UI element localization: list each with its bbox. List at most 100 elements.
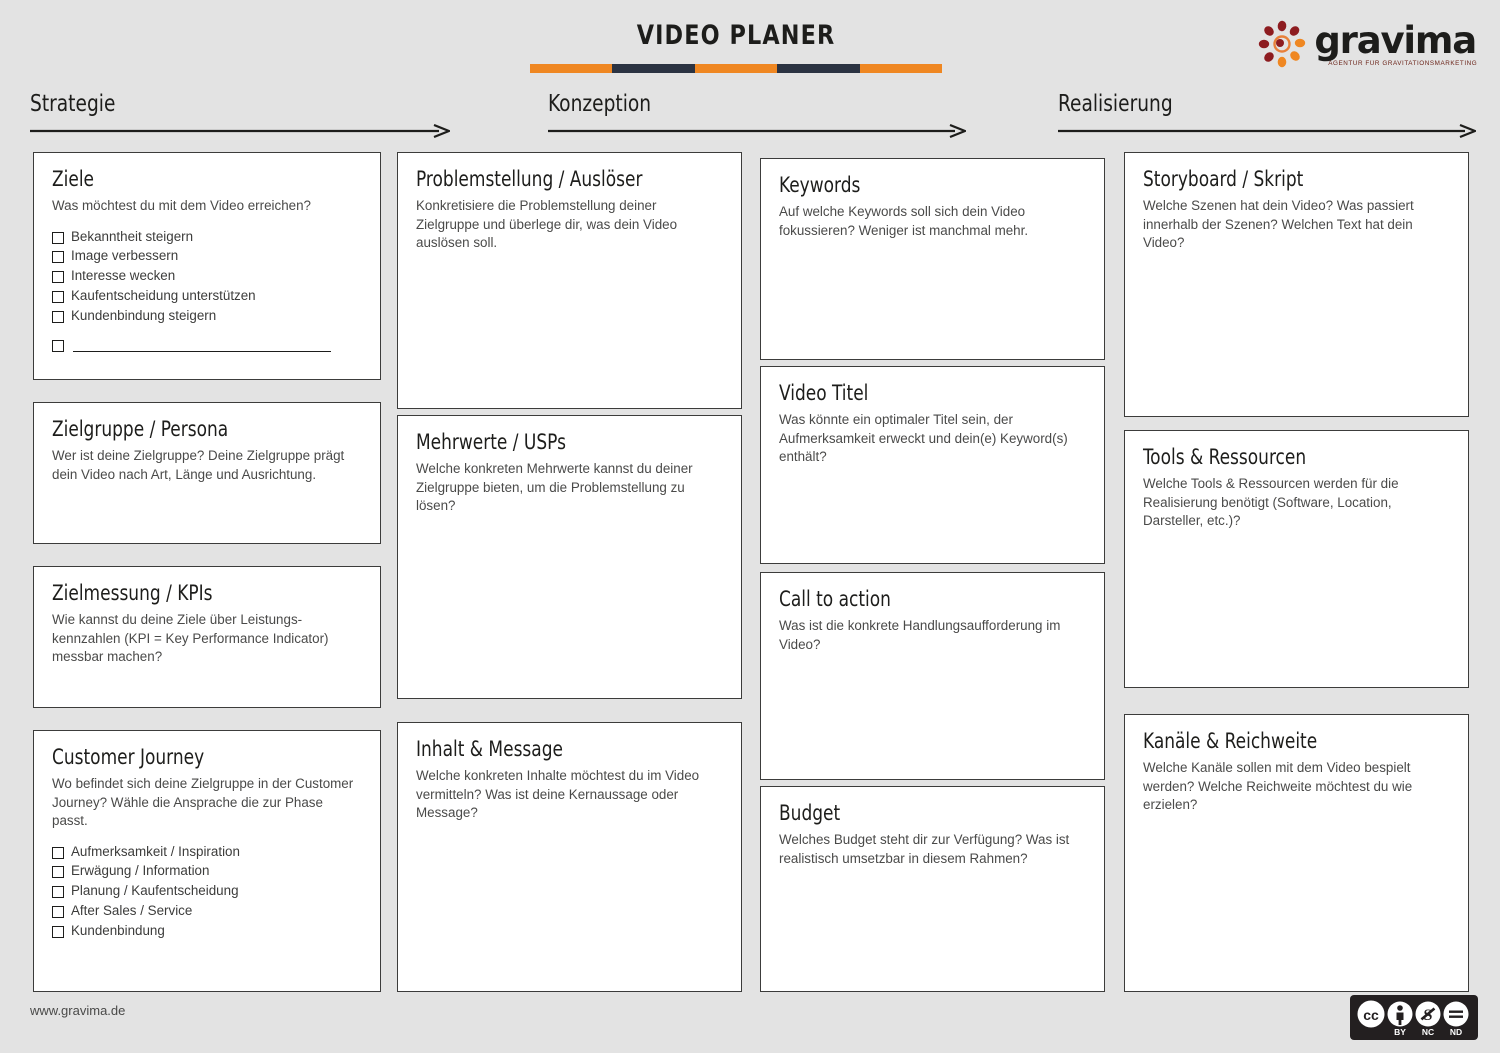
- card-title: Zielgruppe / Persona: [52, 417, 229, 441]
- checkbox-item[interactable]: Image verbessern: [52, 248, 362, 265]
- card-title: Problemstellung / Auslöser: [416, 167, 643, 191]
- checkbox-icon[interactable]: [52, 905, 64, 918]
- checkbox-icon[interactable]: [52, 271, 64, 284]
- checkbox-icon[interactable]: [52, 846, 64, 859]
- card-description: Konkretisiere die Problemstellung deiner…: [416, 198, 678, 251]
- checkbox-label: Erwägung / Information: [71, 863, 210, 879]
- checkbox-icon[interactable]: [52, 866, 64, 879]
- creative-commons-badge[interactable]: cc S BY NC ND: [1350, 995, 1478, 1040]
- card-tools-ressourcen[interactable]: Tools & Ressourcen Welche Tools & Ressour…: [1124, 430, 1469, 688]
- checkbox-label: Kundenbindung: [71, 922, 165, 938]
- card-title: Kanäle & Reichweite: [1143, 729, 1318, 753]
- phase-header-realisierung: Realisierung: [1058, 91, 1478, 144]
- checkbox-item[interactable]: Bekanntheit steigern: [52, 229, 362, 246]
- checkbox-item[interactable]: Aufmerksamkeit / Inspiration: [52, 844, 362, 861]
- card-title: Call to action: [779, 587, 891, 611]
- card-description: Was möchtest du mit dem Video erreichen?: [52, 198, 312, 214]
- checkbox-label: Kaufentscheidung unterstützen: [71, 287, 256, 303]
- phase-label: Realisierung: [1058, 91, 1173, 117]
- accent-bar-segment-4: [859, 64, 943, 73]
- title-block: VIDEO PLANER: [530, 22, 942, 49]
- checkbox-item[interactable]: Kaufentscheidung unterstützen: [52, 288, 362, 305]
- website-url[interactable]: www.gravima.de: [30, 1003, 125, 1018]
- card-description: Was könnte ein optimaler Titel sein, der…: [779, 412, 1068, 465]
- checkbox-item[interactable]: Interesse wecken: [52, 268, 362, 285]
- card-description: Wer ist deine Zielgruppe? Deine Zielgrup…: [52, 448, 345, 482]
- cc-label-nc: NC: [1422, 1027, 1434, 1037]
- phase-arrow-icon: [1058, 123, 1478, 139]
- video-planer-canvas: VIDEO PLANER gravima AGENTUR FÜR GRAVITA…: [0, 0, 1500, 1053]
- card-title: Ziele: [52, 167, 95, 191]
- checkbox-item[interactable]: Kundenbindung: [52, 923, 362, 940]
- logo-tagline: AGENTUR FÜR GRAVITATIONSMARKETING: [1328, 59, 1478, 67]
- card-inhalt-message[interactable]: Inhalt & Message Welche konkreten Inhalte…: [397, 722, 742, 992]
- phase-header-konzeption: Konzeption: [548, 92, 968, 144]
- gravima-logo[interactable]: gravima AGENTUR FÜR GRAVITATIONSMARKETIN…: [1256, 18, 1478, 70]
- card-problemstellung-ausloser[interactable]: Problemstellung / Auslöser Konkretisiere …: [397, 152, 742, 409]
- page-title: VIDEO PLANER: [636, 20, 836, 51]
- card-description: Wie kannst du deine Ziele über Leistungs…: [52, 612, 329, 665]
- page-footer: www.gravima.de cc S BY NC: [0, 991, 1500, 1053]
- card-video-titel[interactable]: Video Titel Was könnte ein optimaler Tite…: [760, 366, 1105, 564]
- card-title: Zielmessung / KPIs: [52, 581, 213, 605]
- checkbox-icon[interactable]: [52, 886, 64, 899]
- checkbox-label: Planung / Kaufentscheidung: [71, 883, 239, 899]
- phase-arrow-icon: [30, 123, 452, 139]
- svg-text:cc: cc: [1363, 1007, 1379, 1023]
- card-description: Auf welche Keywords soll sich dein Video…: [779, 204, 1029, 238]
- checkbox-icon[interactable]: [52, 925, 64, 938]
- card-storyboard-skript[interactable]: Storyboard / Skript Welche Szenen hat dei…: [1124, 152, 1469, 417]
- planner-board: Ziele Was möchtest du mit dem Video errei…: [0, 152, 1500, 992]
- card-keywords[interactable]: Keywords Auf welche Keywords soll sich de…: [760, 158, 1105, 360]
- checkbox-icon[interactable]: [52, 290, 64, 303]
- checkbox-label: Aufmerksamkeit / Inspiration: [71, 843, 240, 859]
- card-title: Budget: [779, 801, 841, 825]
- card-zielgruppe-persona[interactable]: Zielgruppe / Persona Wer ist deine Zielgr…: [33, 402, 381, 544]
- card-zielmessung-kpis[interactable]: Zielmessung / KPIs Wie kannst du deine Zi…: [33, 566, 381, 708]
- card-description: Welche konkreten Mehrwerte kannst du dei…: [416, 461, 693, 514]
- checkbox-item[interactable]: After Sales / Service: [52, 903, 362, 920]
- phase-headers: Strategie Konzeption Realisierung: [0, 92, 1500, 144]
- checkbox-icon[interactable]: [52, 310, 64, 323]
- page-header: VIDEO PLANER gravima AGENTUR FÜR GRAVITA…: [0, 0, 1500, 90]
- logo-text: gravima AGENTUR FÜR GRAVITATIONSMARKETIN…: [1314, 19, 1478, 67]
- logo-wordmark: gravima: [1314, 19, 1477, 63]
- card-mehrwerte-usps[interactable]: Mehrwerte / USPs Welche konkreten Mehrwer…: [397, 415, 742, 699]
- title-accent-bar: [530, 64, 943, 73]
- card-description: Was ist die konkrete Handlungsaufforderu…: [779, 618, 1061, 652]
- checkbox-item[interactable]: Erwägung / Information: [52, 863, 362, 880]
- accent-bar-segment-0: [530, 64, 613, 73]
- checkbox-item[interactable]: Kundenbindung steigern: [52, 308, 362, 325]
- checkbox-item[interactable]: Planung / Kaufentscheidung: [52, 883, 362, 900]
- checkbox-label: Kundenbindung steigern: [71, 307, 217, 323]
- card-title: Video Titel: [779, 381, 869, 405]
- cc-label-by: BY: [1394, 1027, 1406, 1037]
- checkbox-label: Bekanntheit steigern: [71, 228, 194, 244]
- card-ziele[interactable]: Ziele Was möchtest du mit dem Video errei…: [33, 152, 381, 380]
- card-title: Mehrwerte / USPs: [416, 430, 566, 454]
- checkbox-icon[interactable]: [52, 231, 64, 244]
- card-kanale-reichweite[interactable]: Kanäle & Reichweite Welche Kanäle sollen …: [1124, 714, 1469, 992]
- card-title: Storyboard / Skript: [1143, 167, 1304, 191]
- custom-entry-line[interactable]: [73, 341, 331, 353]
- checkbox-label: After Sales / Service: [71, 902, 193, 918]
- card-title: Customer Journey: [52, 745, 205, 769]
- checkbox-label: Interesse wecken: [71, 268, 176, 284]
- card-customer-journey[interactable]: Customer Journey Wo befindet sich deine Z…: [33, 730, 381, 992]
- column-konzeption-rechts: Keywords Auf welche Keywords soll sich de…: [760, 152, 1105, 992]
- gravima-dots-icon: [1256, 18, 1308, 70]
- checkbox-icon[interactable]: [52, 340, 64, 353]
- card-call-to-action[interactable]: Call to action Was ist die konkrete Handl…: [760, 572, 1105, 780]
- phase-label: Strategie: [30, 91, 116, 117]
- checkbox-item-custom[interactable]: [52, 340, 362, 353]
- phase-header-strategie: Strategie: [30, 91, 452, 144]
- accent-bar-segment-1: [612, 64, 695, 73]
- column-konzeption-links: Problemstellung / Auslöser Konkretisiere …: [397, 152, 742, 992]
- checkbox-icon[interactable]: [52, 251, 64, 264]
- card-title: Inhalt & Message: [416, 737, 563, 761]
- card-description: Welche konkreten Inhalte möchtest du im …: [416, 768, 700, 821]
- checkbox-label: Image verbessern: [71, 248, 179, 264]
- card-description: Welche Kanäle sollen mit dem Video bespi…: [1143, 760, 1413, 813]
- checkbox-list: Aufmerksamkeit / Inspiration Erwägung / I…: [52, 844, 362, 940]
- card-budget[interactable]: Budget Welches Budget steht dir zur Verfü…: [760, 786, 1105, 992]
